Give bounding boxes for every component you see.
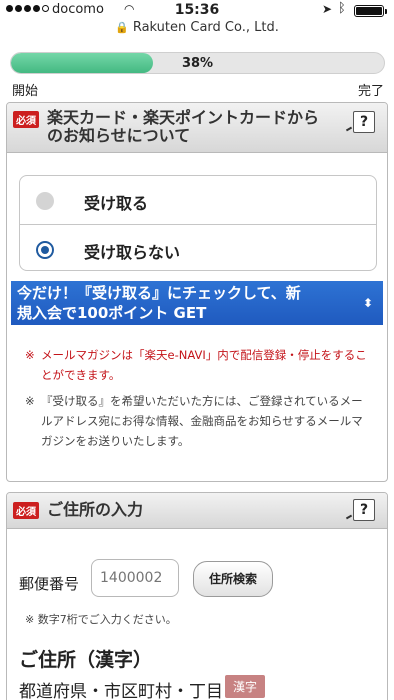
promo-line-2: 規入会で100ポイント GET xyxy=(17,304,207,322)
expand-toggle-icon[interactable]: ⬍ xyxy=(363,293,373,313)
clock: 15:36 xyxy=(174,2,220,18)
prefecture-city-label: 都道府県・市区町村・丁目 xyxy=(19,682,223,700)
status-bar: docomo ◠ 15:36 ➤ ᛒ xyxy=(0,0,394,20)
url-domain: Rakuten Card Co., Ltd. xyxy=(132,20,279,35)
notification-section-header: 必須 楽天カード・楽天ポイントカードから のお知らせについて ? xyxy=(7,103,387,153)
help-icon[interactable]: ? xyxy=(353,499,375,521)
bluetooth-icon: ᛒ xyxy=(338,1,346,16)
required-badge: 必須 xyxy=(13,502,39,519)
address-heading: ご住所（漢字） xyxy=(19,649,153,671)
mail-magazine-note: ※ メールマガジンは「楽天e-NAVI」内で配信登録・停止をすることができます。 xyxy=(25,345,370,385)
title-line-1: 楽天カード・楽天ポイントカードから xyxy=(47,108,320,127)
promo-banner[interactable]: 今だけ！『受け取る』にチェックして、新 規入会で100ポイント GET ⬍ xyxy=(11,281,383,325)
note-mark: ※ xyxy=(25,394,35,408)
option-not-receive-label: 受け取らない xyxy=(84,243,181,262)
required-badge: 必須 xyxy=(13,111,39,128)
progress-start-label: 開始 xyxy=(12,84,39,99)
postal-code-input[interactable] xyxy=(91,559,179,597)
address-section-title: ご住所の入力 xyxy=(47,500,144,519)
option-receive-label: 受け取る xyxy=(84,194,149,213)
receive-note-text: 『受け取る』を希望いただいた方には、ご登録されているメールアドレス宛にお得な情報… xyxy=(41,394,363,448)
help-icon[interactable]: ? xyxy=(353,111,375,133)
notification-section-title: 楽天カード・楽天ポイントカードから のお知らせについて xyxy=(47,109,319,145)
promo-line-1: 今だけ！『受け取る』にチェックして、新 xyxy=(17,284,301,302)
notification-section: 必須 楽天カード・楽天ポイントカードから のお知らせについて ? 受け取る 受け… xyxy=(6,102,388,482)
progress-end-label: 完了 xyxy=(357,84,384,99)
radio-receive[interactable] xyxy=(36,192,54,210)
url-bar[interactable]: 🔒 Rakuten Card Co., Ltd. xyxy=(0,20,394,40)
address-section-header: 必須 ご住所の入力 ? xyxy=(7,493,387,529)
lock-icon: 🔒 xyxy=(115,21,129,34)
progress-bar: 38% xyxy=(10,52,385,74)
note-mark: ※ xyxy=(25,348,35,362)
progress-percent: 38% xyxy=(181,56,214,71)
address-section: 必須 ご住所の入力 ? 郵便番号 住所検索 ※ 数字7桁でご入力ください。 ご住… xyxy=(6,492,388,700)
option-receive[interactable]: 受け取る xyxy=(20,176,376,224)
mail-magazine-note-text: メールマガジンは「楽天e-NAVI」内で配信登録・停止をすることができます。 xyxy=(41,348,367,382)
radio-not-receive[interactable] xyxy=(36,241,54,259)
address-search-button[interactable]: 住所検索 xyxy=(193,561,273,597)
postal-code-note: ※ 数字7桁でご入力ください。 xyxy=(25,613,177,626)
title-line-2: のお知らせについて xyxy=(47,126,191,145)
option-not-receive[interactable]: 受け取らない xyxy=(20,224,376,270)
kanji-badge: 漢字 xyxy=(225,675,266,698)
battery-icon xyxy=(354,5,387,17)
receive-note: ※ 『受け取る』を希望いただいた方には、ご登録されているメールアドレス宛にお得な… xyxy=(25,391,370,451)
notification-radio-group: 受け取る 受け取らない xyxy=(19,175,377,271)
postal-code-label: 郵便番号 xyxy=(19,575,80,593)
location-arrow-icon: ➤ xyxy=(322,2,333,16)
